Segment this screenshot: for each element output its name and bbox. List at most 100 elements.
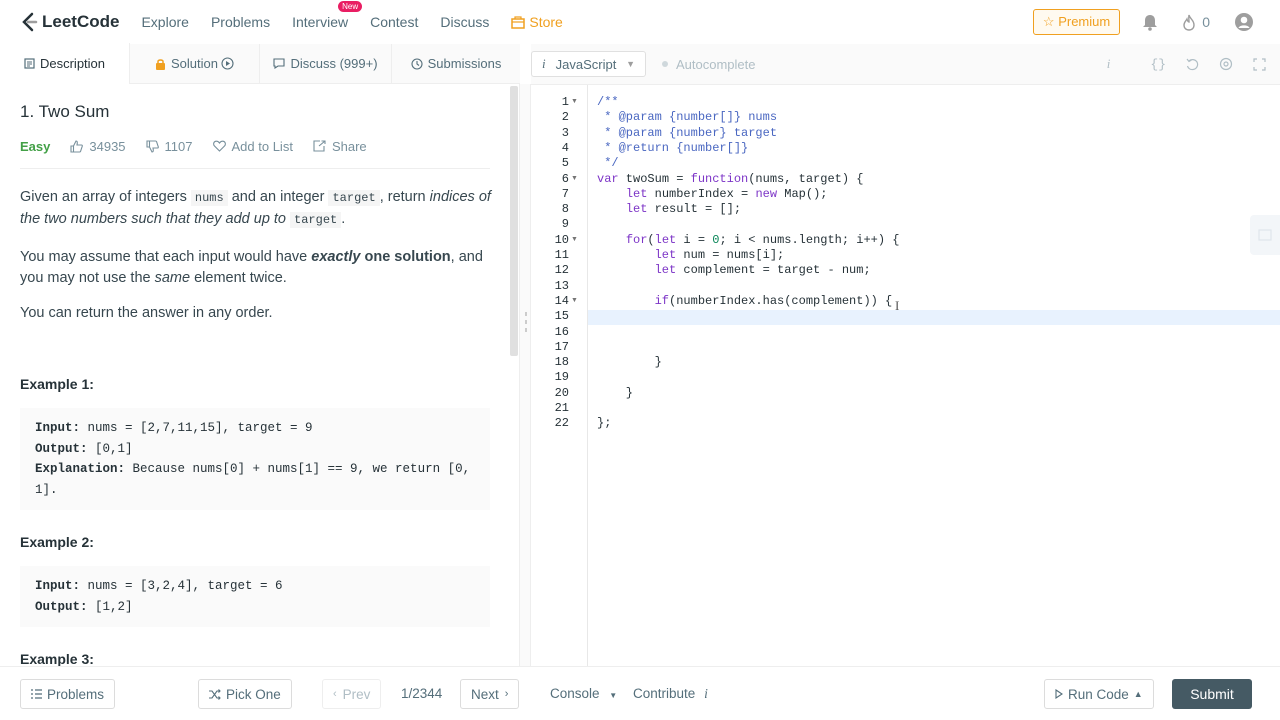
comment-icon bbox=[273, 58, 286, 69]
next-button[interactable]: Next › bbox=[460, 679, 520, 709]
fold-arrow-icon[interactable]: ▼ bbox=[571, 175, 578, 182]
settings-button[interactable] bbox=[1219, 57, 1233, 71]
fullscreen-button[interactable] bbox=[1253, 57, 1266, 71]
line-number: 13 bbox=[554, 278, 569, 293]
caret-up-icon: ▲ bbox=[1133, 689, 1143, 699]
contribute-button[interactable]: Contribute i bbox=[633, 686, 708, 702]
console-label: Console bbox=[550, 686, 600, 701]
run-code-button[interactable]: Run Code ▲ bbox=[1044, 679, 1154, 709]
share-label: Share bbox=[331, 138, 367, 154]
tab-discuss-label: Discuss (999+) bbox=[290, 56, 378, 71]
nav-store[interactable]: Store bbox=[511, 14, 563, 30]
likes-count: 34935 bbox=[89, 138, 126, 154]
autocomplete-label: Autocomplete bbox=[676, 56, 756, 72]
tab-submissions[interactable]: Submissions bbox=[392, 44, 520, 84]
like-button[interactable]: 34935 bbox=[70, 138, 126, 154]
code-line[interactable]: } bbox=[597, 386, 633, 400]
submit-button[interactable]: Submit bbox=[1172, 679, 1252, 709]
code-line[interactable]: let result = []; bbox=[597, 202, 741, 216]
problem-paragraph-2: You may assume that each input would hav… bbox=[20, 247, 495, 289]
nav-interview[interactable]: Interview New bbox=[292, 1, 363, 30]
example-2-box: Input: nums = [3,2,4], target = 6 Output… bbox=[20, 566, 490, 627]
line-number: 1 bbox=[561, 95, 569, 109]
fold-arrow-icon[interactable]: ▼ bbox=[571, 236, 578, 243]
streak-button[interactable]: 0 bbox=[1182, 14, 1210, 31]
leetcode-logo-icon bbox=[22, 12, 38, 32]
code-target: target bbox=[328, 190, 380, 206]
share-icon bbox=[313, 140, 326, 152]
premium-button[interactable]: ☆ Premium bbox=[1032, 9, 1121, 35]
console-button[interactable]: Console ▼ bbox=[550, 686, 617, 701]
language-select[interactable]: i JavaScript ▼ bbox=[531, 51, 646, 77]
difficulty-badge: Easy bbox=[20, 138, 51, 154]
code-line[interactable]: var twoSum = function(nums, target) { bbox=[597, 172, 863, 186]
dislike-button[interactable]: 1107 bbox=[145, 138, 193, 154]
reset-code-button[interactable] bbox=[1186, 58, 1199, 71]
side-panel-handle[interactable] bbox=[1250, 215, 1280, 255]
code-line[interactable]: }; bbox=[597, 416, 611, 430]
notifications-button[interactable] bbox=[1142, 14, 1158, 31]
p1-text-b: and an integer bbox=[227, 189, 329, 205]
store-label: Store bbox=[529, 14, 563, 30]
problems-list-button[interactable]: Problems bbox=[20, 679, 116, 709]
add-to-list-button[interactable]: Add to List bbox=[212, 139, 293, 154]
fold-arrow-icon[interactable]: ▼ bbox=[571, 297, 578, 304]
code-line[interactable]: } bbox=[597, 355, 662, 369]
description-scrollbar[interactable] bbox=[510, 86, 518, 356]
code-line[interactable]: let complement = target - num; bbox=[597, 263, 871, 277]
code-line[interactable]: /** bbox=[597, 95, 619, 109]
example-1-explanation: Explanation: Because nums[0] + nums[1] =… bbox=[35, 462, 471, 476]
share-button[interactable]: Share bbox=[313, 139, 367, 154]
clock-icon bbox=[411, 57, 423, 70]
code-line[interactable]: for(let i = 0; i < nums.length; i++) { bbox=[597, 233, 900, 247]
nav-problems[interactable]: Problems bbox=[211, 14, 270, 30]
next-label: Next bbox=[471, 686, 499, 702]
page-indicator: 1/2344 bbox=[401, 686, 443, 701]
streak-count: 0 bbox=[1202, 14, 1210, 30]
code-line[interactable]: * @param {number[]} nums bbox=[597, 110, 777, 124]
code-editor[interactable]: 1 ▼ 2 3 4 5 6 ▼ 7 8 9 10 ▼ 11 12 13 14 ▼ 15 16 17 18 19 20 21 22 … bbox=[531, 84, 1280, 667]
code-line[interactable]: let num = nums[i]; bbox=[597, 248, 785, 262]
nav-explore[interactable]: Explore bbox=[141, 14, 188, 30]
lock-icon bbox=[156, 58, 165, 70]
flame-icon bbox=[1183, 14, 1195, 31]
pane-splitter[interactable] bbox=[519, 84, 531, 666]
line-number: 7 bbox=[561, 186, 569, 201]
code-target-2: target bbox=[290, 212, 342, 228]
line-number: 2 bbox=[561, 110, 569, 125]
code-line[interactable]: */ bbox=[597, 156, 618, 170]
braces-icon: {} bbox=[1150, 56, 1166, 72]
problem-meta: Easy 34935 1107 Add to List Share bbox=[20, 136, 490, 156]
line-number: 8 bbox=[561, 202, 569, 217]
code-line[interactable]: if(numberIndex.has(complement)) { bbox=[597, 294, 893, 308]
p2-text-a: You may assume that each input would hav… bbox=[20, 249, 312, 265]
line-number: 22 bbox=[554, 416, 569, 431]
code-line[interactable]: let numberIndex = new Map(); bbox=[597, 187, 828, 201]
prev-button[interactable]: ‹ Prev bbox=[322, 679, 382, 709]
tab-discuss[interactable]: Discuss (999+) bbox=[260, 43, 392, 84]
code-line[interactable]: * @param {number} target bbox=[597, 126, 777, 140]
nav-contest[interactable]: Contest bbox=[370, 14, 418, 30]
drag-handle-icon bbox=[525, 312, 527, 332]
pick-one-button[interactable]: Pick One bbox=[198, 679, 292, 709]
example-1-box: Input: nums = [2,7,11,15], target = 9 Ou… bbox=[20, 408, 490, 510]
code-line[interactable]: * @return {number[]} bbox=[597, 141, 748, 155]
tab-solution[interactable]: Solution bbox=[130, 43, 260, 84]
example-1-explanation-cont: 1]. bbox=[35, 482, 58, 497]
p1-text-c: , return bbox=[379, 189, 430, 205]
line-number: 14 bbox=[554, 293, 569, 308]
nav-discuss[interactable]: Discuss bbox=[440, 14, 489, 30]
dislikes-count: 1107 bbox=[164, 138, 193, 154]
language-label: JavaScript bbox=[555, 56, 617, 72]
premium-label: Premium bbox=[1058, 14, 1111, 29]
user-avatar-button[interactable] bbox=[1234, 12, 1254, 32]
info-button[interactable]: i bbox=[1087, 56, 1111, 72]
autocomplete-toggle[interactable]: Autocomplete bbox=[662, 57, 756, 72]
format-code-button[interactable]: {} bbox=[1130, 57, 1166, 72]
new-badge: New bbox=[338, 1, 363, 12]
line-number: 11 bbox=[554, 248, 569, 262]
fold-arrow-icon[interactable]: ▼ bbox=[571, 98, 578, 105]
tab-description[interactable]: Description bbox=[0, 43, 130, 84]
leetcode-logo[interactable]: LeetCode bbox=[20, 12, 119, 32]
p1-text-d: . bbox=[341, 211, 346, 227]
